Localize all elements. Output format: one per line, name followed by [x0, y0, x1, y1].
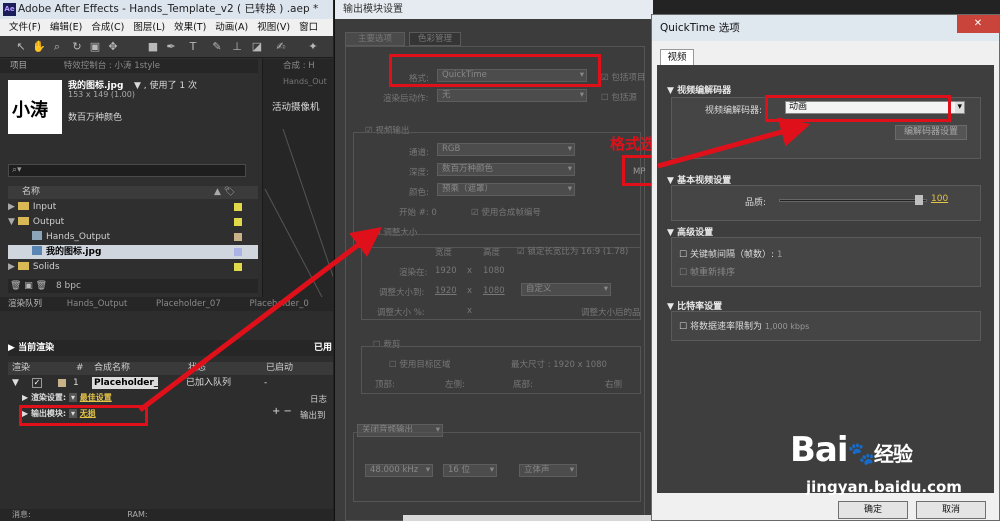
paw-icon: 🐾: [847, 442, 875, 467]
arrow-to-codec: [657, 117, 811, 169]
watermark-logo: Bai🐾经验: [790, 430, 913, 470]
watermark-url: jingyan.baidu.com: [806, 478, 962, 496]
arrow-to-output-dialog: [138, 226, 382, 412]
